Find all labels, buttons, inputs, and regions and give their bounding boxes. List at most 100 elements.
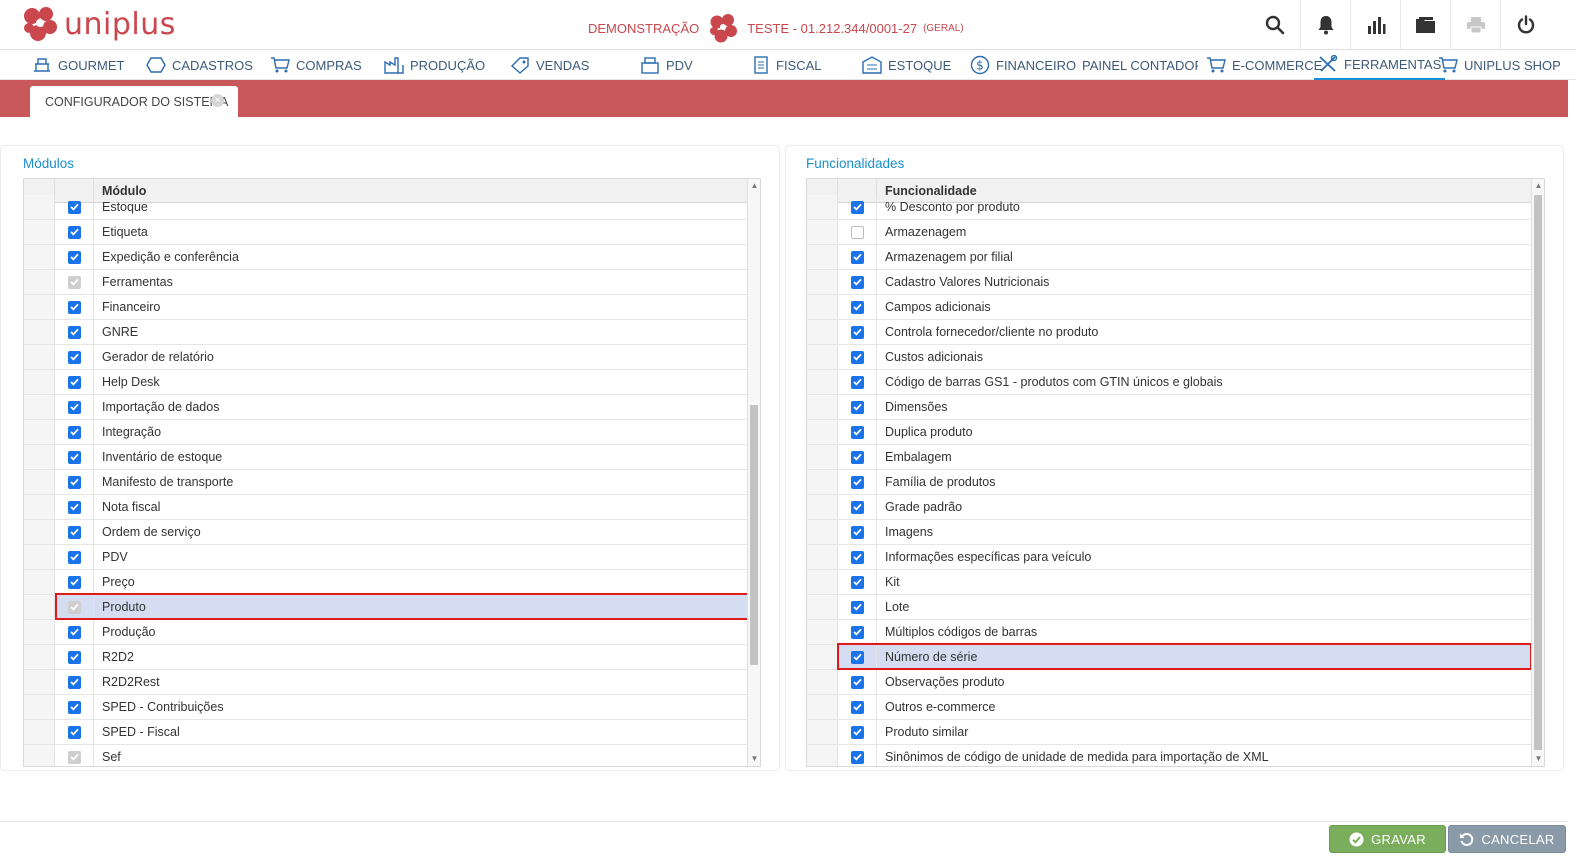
row-checkbox[interactable] <box>850 375 864 389</box>
menu-ecommerce[interactable]: E-COMMERCE <box>1206 50 1322 80</box>
table-row[interactable]: GNRE <box>24 320 748 345</box>
menu-producao[interactable]: PRODUÇÃO <box>384 50 485 80</box>
bell-icon[interactable] <box>1300 0 1350 49</box>
row-checkbox[interactable] <box>67 700 81 714</box>
row-checkbox[interactable] <box>850 200 864 214</box>
table-row[interactable]: % Desconto por produto <box>807 195 1532 220</box>
table-row[interactable]: Etiqueta <box>24 220 748 245</box>
table-row[interactable]: Cadastro Valores Nutricionais <box>807 270 1532 295</box>
row-checkbox[interactable] <box>67 575 81 589</box>
row-checkbox[interactable] <box>67 650 81 664</box>
row-checkbox[interactable] <box>67 425 81 439</box>
tab-configurador[interactable]: CONFIGURADOR DO SISTEMA × <box>30 86 238 117</box>
table-row[interactable]: Embalagem <box>807 445 1532 470</box>
table-row[interactable]: Informações específicas para veículo <box>807 545 1532 570</box>
row-checkbox[interactable] <box>67 350 81 364</box>
features-scrollbar[interactable]: ▲ ▼ <box>1531 179 1544 766</box>
table-row[interactable]: Manifesto de transporte <box>24 470 748 495</box>
table-row[interactable]: R2D2 <box>24 645 748 670</box>
row-checkbox[interactable] <box>850 650 864 664</box>
table-row[interactable]: Produção <box>24 620 748 645</box>
row-checkbox[interactable] <box>850 525 864 539</box>
menu-fiscal[interactable]: FISCAL <box>752 50 822 80</box>
table-row[interactable]: Preço <box>24 570 748 595</box>
table-row[interactable]: Produto <box>24 595 748 620</box>
table-row[interactable]: SPED - Fiscal <box>24 720 748 745</box>
table-row[interactable]: Nota fiscal <box>24 495 748 520</box>
row-checkbox[interactable] <box>850 575 864 589</box>
row-checkbox[interactable] <box>67 325 81 339</box>
row-checkbox[interactable] <box>67 475 81 489</box>
menu-uniplus-shop[interactable]: UNIPLUS SHOP <box>1438 50 1561 80</box>
menu-vendas[interactable]: VENDAS <box>510 50 589 80</box>
table-row[interactable]: Imagens <box>807 520 1532 545</box>
row-checkbox[interactable] <box>850 350 864 364</box>
row-checkbox[interactable] <box>850 250 864 264</box>
row-checkbox[interactable] <box>67 500 81 514</box>
row-checkbox[interactable] <box>67 200 81 214</box>
row-checkbox[interactable] <box>850 675 864 689</box>
scroll-thumb[interactable] <box>750 405 758 665</box>
row-checkbox[interactable] <box>850 225 864 239</box>
menu-painel-contador[interactable]: PAINEL CONTADOR <box>1076 50 1198 80</box>
save-button[interactable]: GRAVAR <box>1329 825 1446 853</box>
menu-ferramentas[interactable]: FERRAMENTAS <box>1314 50 1446 80</box>
table-row[interactable]: Sinônimos de código de unidade de medida… <box>807 745 1532 766</box>
row-checkbox[interactable] <box>850 450 864 464</box>
table-row[interactable]: Múltiplos códigos de barras <box>807 620 1532 645</box>
row-checkbox[interactable] <box>67 725 81 739</box>
row-checkbox[interactable] <box>850 475 864 489</box>
row-checkbox[interactable] <box>850 275 864 289</box>
table-row[interactable]: Help Desk <box>24 370 748 395</box>
table-row[interactable]: Ferramentas <box>24 270 748 295</box>
table-row[interactable]: Dimensões <box>807 395 1532 420</box>
menu-compras[interactable]: COMPRAS <box>270 50 362 80</box>
row-checkbox[interactable] <box>67 300 81 314</box>
row-checkbox[interactable] <box>850 625 864 639</box>
search-icon[interactable] <box>1250 0 1300 49</box>
row-checkbox[interactable] <box>850 750 864 764</box>
table-row[interactable]: Custos adicionais <box>807 345 1532 370</box>
table-row[interactable]: Observações produto <box>807 670 1532 695</box>
table-row[interactable]: Outros e-commerce <box>807 695 1532 720</box>
modules-scrollbar[interactable]: ▲ ▼ <box>747 179 760 766</box>
table-row[interactable]: Duplica produto <box>807 420 1532 445</box>
table-row[interactable]: Integração <box>24 420 748 445</box>
table-row[interactable]: Lote <box>807 595 1532 620</box>
row-checkbox[interactable] <box>67 225 81 239</box>
print-icon[interactable] <box>1450 0 1500 49</box>
table-row[interactable]: Família de produtos <box>807 470 1532 495</box>
table-row[interactable]: Gerador de relatório <box>24 345 748 370</box>
table-row[interactable]: Armazenagem por filial <box>807 245 1532 270</box>
table-row[interactable]: Kit <box>807 570 1532 595</box>
table-row[interactable]: Estoque <box>24 195 748 220</box>
row-checkbox[interactable] <box>67 525 81 539</box>
row-checkbox[interactable] <box>850 725 864 739</box>
row-checkbox[interactable] <box>850 600 864 614</box>
table-row[interactable]: Campos adicionais <box>807 295 1532 320</box>
table-row[interactable]: SPED - Contribuições <box>24 695 748 720</box>
folder-icon[interactable] <box>1400 0 1450 49</box>
menu-financeiro[interactable]: $ FINANCEIRO <box>970 50 1076 80</box>
row-checkbox[interactable] <box>850 325 864 339</box>
row-checkbox[interactable] <box>67 375 81 389</box>
row-checkbox[interactable] <box>850 500 864 514</box>
menu-estoque[interactable]: ESTOQUE <box>862 50 951 80</box>
row-checkbox[interactable] <box>850 425 864 439</box>
table-row[interactable]: Inventário de estoque <box>24 445 748 470</box>
menu-cadastros[interactable]: CADASTROS <box>146 50 253 80</box>
table-row[interactable]: R2D2Rest <box>24 670 748 695</box>
table-row[interactable]: Produto similar <box>807 720 1532 745</box>
table-row[interactable]: Sef <box>24 745 748 766</box>
chart-icon[interactable] <box>1350 0 1400 49</box>
table-row[interactable]: Número de série <box>807 645 1532 670</box>
power-icon[interactable] <box>1500 0 1550 49</box>
row-checkbox[interactable] <box>850 400 864 414</box>
table-row[interactable]: PDV <box>24 545 748 570</box>
close-icon[interactable]: × <box>211 94 224 107</box>
table-row[interactable]: Financeiro <box>24 295 748 320</box>
scroll-thumb[interactable] <box>1534 195 1542 750</box>
table-row[interactable]: Armazenagem <box>807 220 1532 245</box>
table-row[interactable]: Grade padrão <box>807 495 1532 520</box>
row-checkbox[interactable] <box>67 625 81 639</box>
